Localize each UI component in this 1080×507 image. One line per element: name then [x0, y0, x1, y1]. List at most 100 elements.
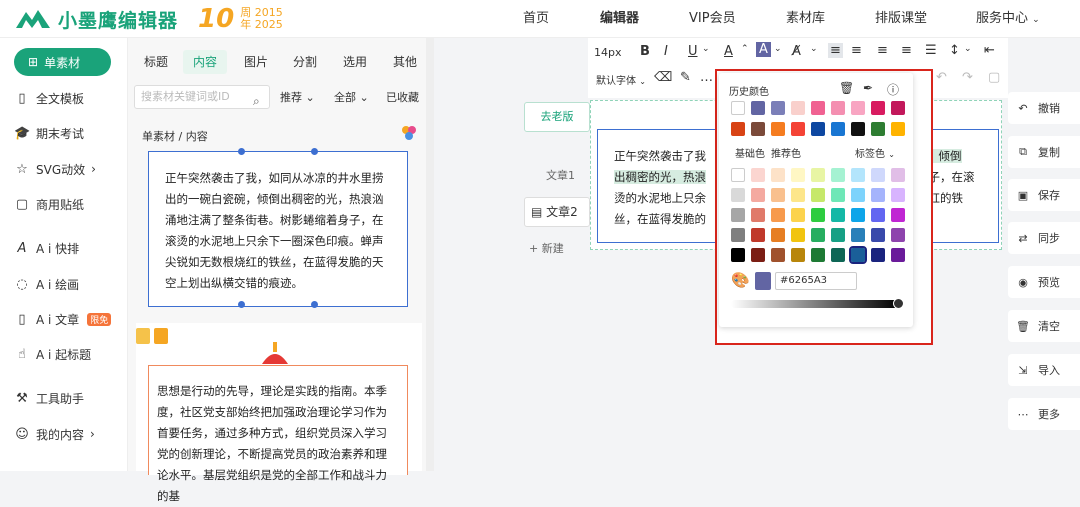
history-color-swatch[interactable] — [791, 122, 805, 136]
nav-materials[interactable]: 素材库 — [786, 0, 825, 38]
format-brush-icon[interactable]: ✎ — [680, 70, 691, 85]
tab-image[interactable]: 图片 — [234, 50, 278, 74]
color-swatch[interactable] — [871, 248, 885, 262]
nav-vip[interactable]: VIP会员 — [689, 0, 736, 38]
brightness-slider[interactable] — [731, 300, 899, 308]
sidebar-item-svg[interactable]: ☆ SVG动效 › — [14, 159, 96, 179]
color-swatch[interactable] — [851, 168, 865, 182]
exit-icon[interactable]: ⇤ — [984, 43, 995, 58]
color-swatch[interactable] — [731, 228, 745, 242]
article-tab-1[interactable]: 文章1 — [546, 167, 575, 183]
chevron-down-icon[interactable]: ⌄ — [810, 44, 818, 54]
sidebar-item-full-template[interactable]: ▯ 全文模板 — [14, 88, 84, 108]
nav-service[interactable]: 服务中心 ⌄ — [976, 0, 1040, 38]
sidebar-item-ai-layout[interactable]: A A i 快排 — [14, 238, 80, 258]
underline-icon[interactable]: U — [688, 44, 698, 59]
color-swatch[interactable] — [791, 168, 805, 182]
tab-divider[interactable]: 分割 — [283, 50, 327, 74]
history-color-swatch[interactable] — [871, 101, 885, 115]
indent-icon[interactable]: ☰ — [925, 43, 937, 58]
filter-favorites[interactable]: 已收藏 — [386, 89, 419, 105]
palette-icon[interactable]: 🎨 — [731, 271, 750, 289]
filter-all[interactable]: 全部 ⌄ — [334, 89, 369, 105]
tag-colors-select[interactable]: 标签色 ⌄ — [855, 145, 895, 160]
color-swatch[interactable] — [891, 248, 905, 262]
resize-handle[interactable] — [238, 301, 245, 308]
color-swatch[interactable] — [791, 228, 805, 242]
nav-home[interactable]: 首页 — [523, 0, 549, 38]
color-swatch[interactable] — [731, 248, 745, 262]
color-dots-icon[interactable] — [400, 124, 418, 142]
color-swatch[interactable] — [771, 248, 785, 262]
history-color-swatch[interactable] — [811, 122, 825, 136]
history-color-swatch[interactable] — [731, 122, 745, 136]
history-color-swatch[interactable] — [811, 101, 825, 115]
color-swatch[interactable] — [771, 208, 785, 222]
search-input[interactable]: 搜素材关键词或ID ⌕ — [134, 85, 270, 109]
align-justify-icon[interactable]: ≡ — [901, 43, 912, 58]
color-swatch[interactable] — [791, 188, 805, 202]
tab-select[interactable]: 选用 — [333, 50, 377, 74]
history-color-swatch[interactable] — [771, 101, 785, 115]
sidebar-item-ai-title[interactable]: ☝ A i 起标题 — [14, 344, 91, 364]
sidebar-item-ai-article[interactable]: ▯ A i 文章 限免 — [14, 309, 112, 329]
preview-button[interactable]: ◉ 预览 — [1008, 266, 1080, 298]
color-swatch[interactable] — [891, 168, 905, 182]
tab-basic-colors[interactable]: 基础色 — [735, 145, 765, 160]
chevron-down-icon[interactable]: ⌄ — [964, 44, 972, 54]
panel-scrollbar[interactable] — [426, 38, 434, 471]
sidebar-item-stickers[interactable]: ▢ 商用贴纸 — [14, 194, 84, 214]
history-color-swatch[interactable] — [751, 101, 765, 115]
article-tab-2[interactable]: ▤ 文章2 — [524, 197, 590, 227]
import-button[interactable]: ⇲ 导入 — [1008, 354, 1080, 386]
copy-button[interactable]: ⧉ 复制 — [1008, 136, 1080, 168]
search-icon[interactable]: ⌕ — [253, 90, 260, 112]
history-color-swatch[interactable] — [791, 101, 805, 115]
color-swatch[interactable] — [751, 168, 765, 182]
color-swatch[interactable] — [831, 188, 845, 202]
color-swatch[interactable] — [731, 188, 745, 202]
sync-button[interactable]: ⇄ 同步 — [1008, 222, 1080, 254]
color-swatch[interactable] — [731, 168, 745, 182]
redo-icon[interactable]: ↷ — [962, 70, 973, 85]
color-swatch[interactable] — [891, 208, 905, 222]
more-button[interactable]: ⋯ 更多 — [1008, 398, 1080, 430]
resize-handle[interactable] — [311, 301, 318, 308]
color-swatch[interactable] — [811, 208, 825, 222]
chevron-down-icon[interactable]: ⌄ — [702, 44, 710, 54]
filter-recommend[interactable]: 推荐 ⌄ — [280, 89, 315, 105]
color-swatch[interactable] — [871, 188, 885, 202]
color-swatch[interactable] — [811, 248, 825, 262]
color-swatch[interactable] — [771, 168, 785, 182]
color-swatch[interactable] — [811, 168, 825, 182]
color-swatch[interactable] — [831, 168, 845, 182]
undo-icon[interactable]: ↶ — [936, 70, 947, 85]
eyedropper-icon[interactable]: ✒ — [863, 81, 873, 95]
color-swatch[interactable] — [791, 208, 805, 222]
history-color-swatch[interactable] — [871, 122, 885, 136]
color-swatch[interactable] — [731, 208, 745, 222]
history-color-swatch[interactable] — [831, 101, 845, 115]
history-color-swatch[interactable] — [731, 101, 745, 115]
color-swatch[interactable] — [849, 246, 867, 264]
color-swatch[interactable] — [871, 228, 885, 242]
sidebar-item-single-material[interactable]: ⊞ 单素材 — [14, 48, 111, 76]
old-version-button[interactable]: 去老版 — [524, 102, 590, 132]
bold-icon[interactable]: B — [640, 44, 650, 59]
trash-icon[interactable]: 🗑 — [839, 81, 854, 95]
sidebar-item-ai-painting[interactable]: ◌ A i 绘画 — [14, 274, 79, 294]
history-color-swatch[interactable] — [891, 101, 905, 115]
font-family-select[interactable]: 默认字体 ⌄ — [596, 72, 646, 87]
color-swatch[interactable] — [771, 188, 785, 202]
history-color-swatch[interactable] — [751, 122, 765, 136]
highlight-color-icon[interactable]: A — [756, 42, 771, 57]
tab-recommended-colors[interactable]: 推荐色 — [771, 145, 801, 160]
color-swatch[interactable] — [811, 188, 825, 202]
help-icon[interactable]: ⓘ — [887, 81, 899, 98]
chevron-down-icon[interactable]: ⌄ — [774, 44, 782, 54]
color-swatch[interactable] — [791, 248, 805, 262]
sidebar-item-tools[interactable]: ⚒ 工具助手 — [14, 388, 84, 408]
new-article-button[interactable]: + 新建 — [529, 240, 564, 256]
align-right-icon[interactable]: ≡ — [877, 43, 888, 58]
color-swatch[interactable] — [751, 228, 765, 242]
